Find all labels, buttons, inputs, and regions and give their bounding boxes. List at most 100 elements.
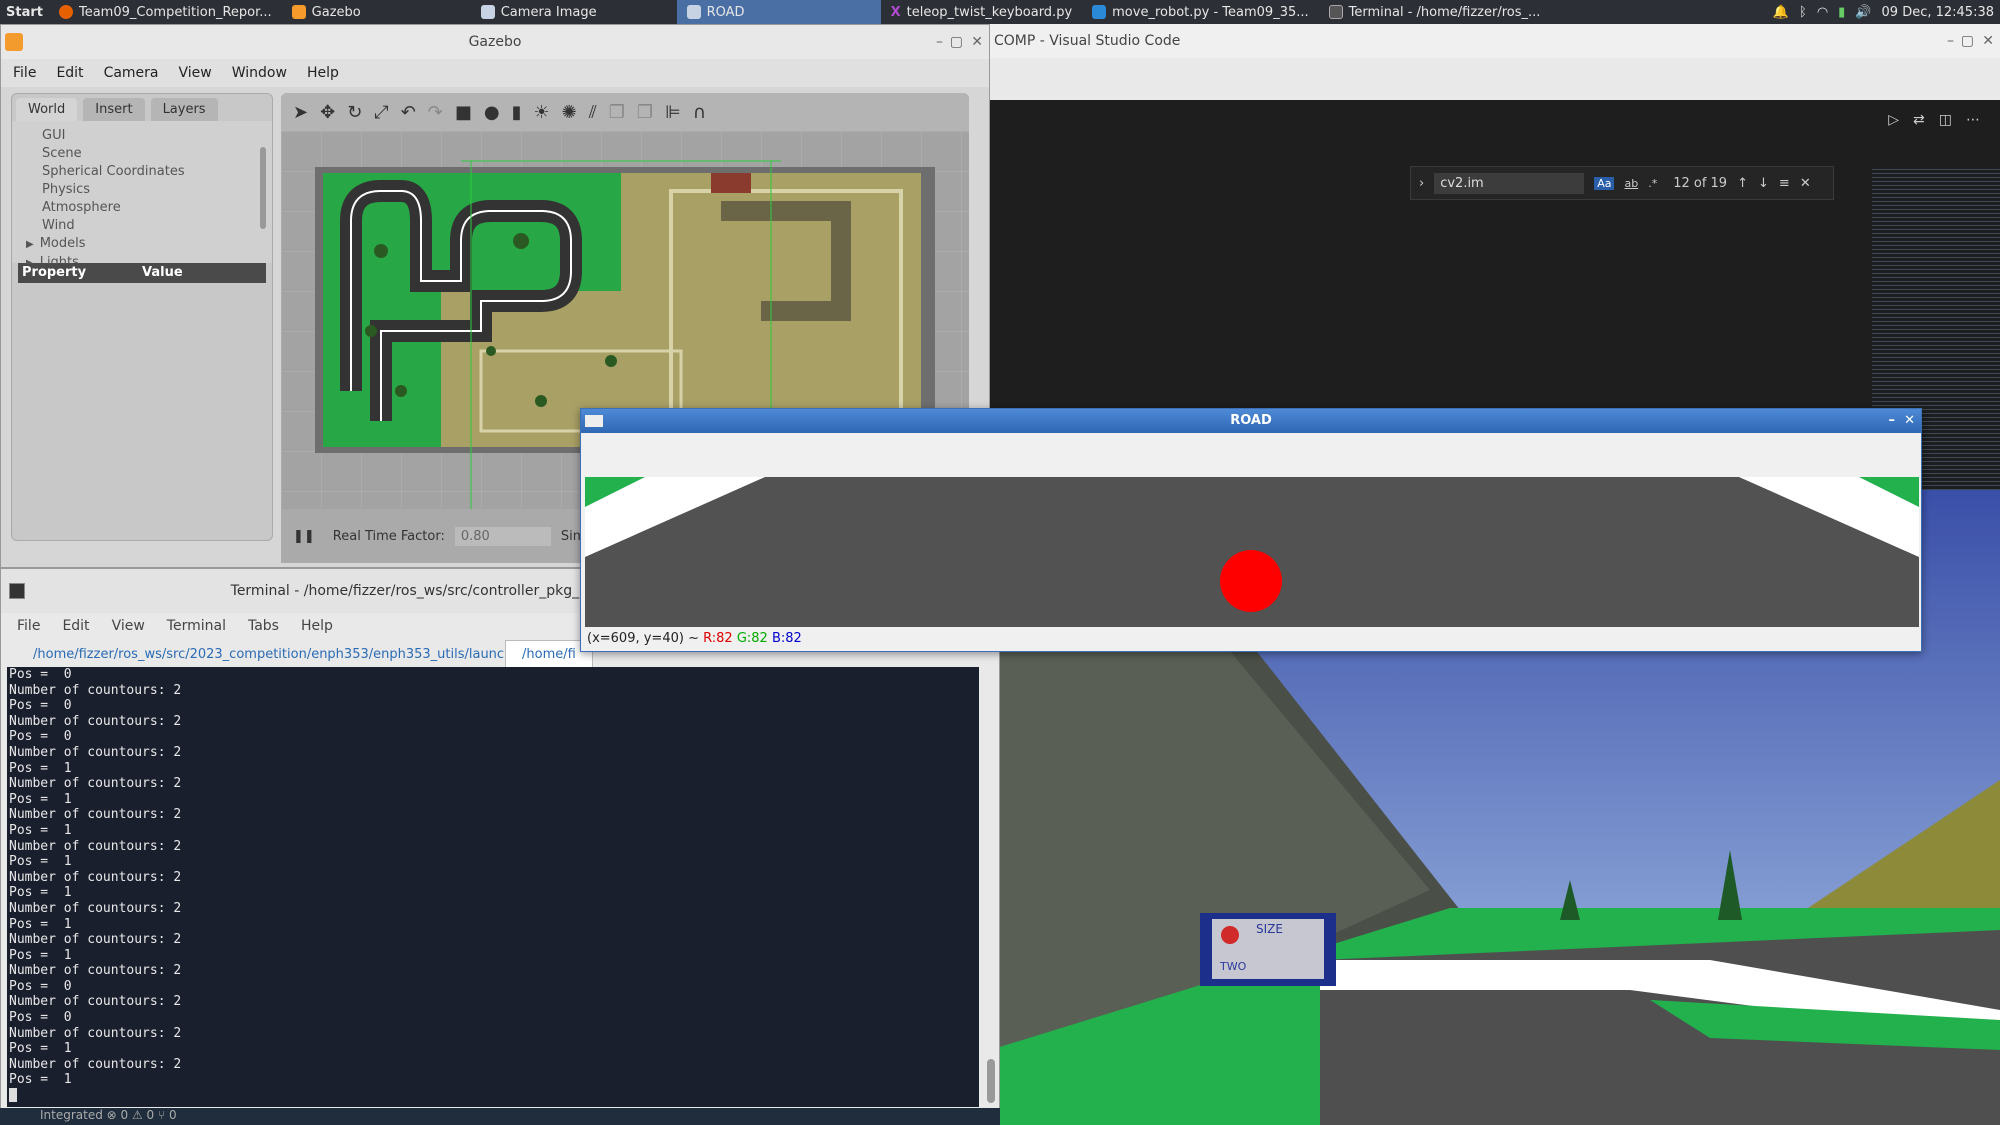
tree-scrollbar[interactable]: [260, 147, 266, 229]
cylinder-icon[interactable]: ▮: [512, 102, 522, 123]
point-light-icon[interactable]: ☀: [534, 102, 550, 123]
task-camera-image[interactable]: Camera Image: [471, 0, 607, 24]
snap-icon[interactable]: ∩: [693, 102, 706, 123]
box-icon[interactable]: ■: [455, 102, 472, 123]
menu-view[interactable]: View: [179, 65, 212, 81]
align-icon[interactable]: ⊫: [665, 102, 681, 123]
clock[interactable]: 09 Dec, 12:45:38: [1882, 5, 1994, 20]
menu-edit[interactable]: Edit: [62, 618, 89, 634]
directional-light-icon[interactable]: ⫽: [589, 102, 597, 123]
copy-icon[interactable]: ❐: [609, 102, 625, 123]
maximize-icon[interactable]: ▢: [950, 25, 963, 59]
task-vscode[interactable]: move_robot.py - Team09_35...: [1082, 0, 1319, 24]
minimize-icon[interactable]: –: [936, 25, 943, 59]
menu-file[interactable]: File: [13, 65, 36, 81]
b-value: B:82: [771, 631, 802, 646]
volume-icon[interactable]: 🔊: [1855, 5, 1871, 20]
r-value: R:82: [703, 631, 733, 646]
gazebo-titlebar[interactable]: Gazebo ✕ ▢ –: [1, 25, 989, 59]
battery-icon[interactable]: ▮: [1838, 5, 1845, 20]
task-teleop[interactable]: Xteleop_twist_keyboard.py: [881, 0, 1083, 24]
terminal-line: Number of countours: 2: [9, 1056, 182, 1072]
translate-icon[interactable]: ✥: [320, 102, 335, 123]
tree-item-scene[interactable]: Scene: [12, 145, 272, 163]
menu-tabs[interactable]: Tabs: [248, 618, 279, 634]
close-icon[interactable]: ✕: [1800, 176, 1811, 191]
menu-edit[interactable]: Edit: [56, 65, 83, 81]
undo-icon[interactable]: ↶: [401, 102, 416, 123]
chevron-right-icon: ▶: [26, 258, 34, 264]
more-icon[interactable]: ⋯: [1966, 112, 1980, 128]
minimize-icon[interactable]: –: [1947, 24, 1954, 58]
window-title: ROAD: [1230, 413, 1272, 428]
vscode-icon: [1092, 5, 1107, 19]
maximize-icon[interactable]: ▢: [1961, 24, 1974, 58]
tree-item-physics[interactable]: Physics: [12, 181, 272, 199]
terminal-scrollbar[interactable]: [987, 1059, 995, 1103]
task-terminal[interactable]: Terminal - /home/fizzer/ros_...: [1319, 0, 1551, 24]
minimize-icon[interactable]: –: [1889, 409, 1896, 433]
split-editor-icon[interactable]: ◫: [1939, 112, 1952, 128]
paste-icon[interactable]: ❐: [637, 102, 653, 123]
close-icon[interactable]: ✕: [971, 25, 983, 59]
notification-icon[interactable]: 🔔: [1773, 5, 1789, 20]
bluetooth-icon[interactable]: ᛒ: [1799, 5, 1807, 20]
menu-help[interactable]: Help: [301, 618, 333, 634]
tree-item-models[interactable]: ▶ Models: [12, 235, 272, 254]
chevron-right-icon[interactable]: ›: [1419, 176, 1424, 191]
rotate-icon[interactable]: ↻: [347, 102, 362, 123]
terminal-tab-1[interactable]: /home/fizzer/ros_ws/src/2023_competition…: [1, 647, 505, 662]
tree-item-atmosphere[interactable]: Atmosphere: [12, 199, 272, 217]
whole-word-toggle[interactable]: ab: [1624, 177, 1638, 190]
terminal-line: Pos = 1: [9, 916, 72, 932]
rtf-value: 0.80: [454, 526, 551, 546]
sphere-icon[interactable]: ●: [484, 102, 500, 123]
spot-light-icon[interactable]: ✺: [562, 102, 577, 123]
regex-toggle[interactable]: .*: [1648, 177, 1657, 190]
close-icon[interactable]: ✕: [1982, 24, 1994, 58]
task-gazebo[interactable]: Gazebo: [282, 0, 371, 24]
tree-item-spherical[interactable]: Spherical Coordinates: [12, 163, 272, 181]
pause-icon[interactable]: ❚❚: [293, 529, 315, 544]
tab-layers[interactable]: Layers: [150, 98, 218, 121]
selection-icon[interactable]: ≡: [1779, 176, 1790, 191]
start-button[interactable]: Start: [0, 5, 49, 20]
terminal-line: Number of countours: 2: [9, 744, 182, 760]
arrow-up-icon[interactable]: ↑: [1737, 176, 1748, 191]
terminal-output[interactable]: Pos = 0 Number of countours: 2 Pos = 0 Numb…: [7, 667, 979, 1107]
find-input[interactable]: cv2.im: [1434, 172, 1585, 194]
redo-icon[interactable]: ↷: [428, 102, 443, 123]
road-titlebar[interactable]: ROAD ✕ –: [581, 409, 1921, 433]
task-firefox[interactable]: Team09_Competition_Repor...: [49, 0, 282, 24]
tree-item-wind[interactable]: Wind: [12, 217, 272, 235]
menu-camera[interactable]: Camera: [104, 65, 159, 81]
close-icon[interactable]: ✕: [1904, 409, 1915, 433]
task-road[interactable]: ROAD: [676, 0, 881, 24]
wifi-icon[interactable]: ◠: [1817, 5, 1828, 20]
menu-view[interactable]: View: [112, 618, 145, 634]
window-title: COMP - Visual Studio Code: [994, 33, 1181, 49]
menu-file[interactable]: File: [17, 618, 40, 634]
menu-help[interactable]: Help: [307, 65, 339, 81]
road-image[interactable]: [585, 477, 1919, 627]
firefox-icon: [58, 5, 73, 19]
terminal-line: Pos = 0: [9, 729, 72, 745]
terminal-line: Number of countours: 2: [9, 807, 182, 823]
menu-terminal[interactable]: Terminal: [167, 618, 226, 634]
task-label: Gazebo: [311, 4, 361, 20]
arrow-down-icon[interactable]: ↓: [1758, 176, 1769, 191]
select-arrow-icon[interactable]: ➤: [293, 102, 308, 123]
run-icon[interactable]: ▷: [1888, 112, 1899, 128]
tab-world[interactable]: World: [16, 98, 78, 121]
tree-item-lights[interactable]: ▶ Lights: [12, 254, 272, 264]
match-case-toggle[interactable]: Aa: [1594, 176, 1615, 190]
tree-item-gui[interactable]: GUI: [12, 127, 272, 145]
terminal-line: Number of countours: 2: [9, 900, 182, 916]
terminal-line: Pos = 1: [9, 1072, 72, 1088]
find-query: cv2.im: [1440, 175, 1484, 191]
vscode-titlebar[interactable]: COMP - Visual Studio Code ✕ ▢ –: [990, 24, 2000, 58]
compare-icon[interactable]: ⇄: [1913, 112, 1925, 128]
scale-icon[interactable]: ⤢: [374, 102, 388, 123]
tab-insert[interactable]: Insert: [83, 98, 145, 121]
menu-window[interactable]: Window: [232, 65, 287, 81]
